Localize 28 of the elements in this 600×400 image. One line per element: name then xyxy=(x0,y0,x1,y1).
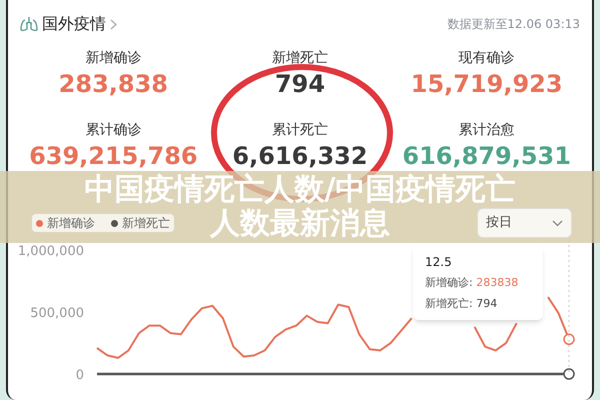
update-time: 数据更新至12.06 03:13 xyxy=(447,16,580,33)
tooltip-date: 12.5 xyxy=(425,254,453,271)
chevron-down-icon xyxy=(552,220,563,226)
stat-value: 15,719,923 xyxy=(410,69,563,100)
stat-value: 616,879,531 xyxy=(402,141,571,172)
stat-label: 新增死亡 xyxy=(272,49,328,68)
stat-value: 283,838 xyxy=(58,69,168,100)
lungs-icon xyxy=(20,16,38,32)
tooltip-row-text: 新增确诊: 283838 xyxy=(425,275,520,291)
stat-label: 累计确诊 xyxy=(85,121,142,140)
banner-title: 人数最新消息 xyxy=(210,207,390,241)
stat-value: 794 xyxy=(274,69,326,100)
legend-label: 新增死亡 xyxy=(122,215,170,232)
chevron-right-icon xyxy=(110,18,117,30)
y-axis-label: 500,000 xyxy=(30,306,84,321)
banner-title: 中国疫情死亡人数/中国疫情死亡 xyxy=(84,173,516,207)
tooltip-row-text: 新增死亡: 794 xyxy=(425,296,498,312)
stat-value: 6,616,332 xyxy=(232,141,368,172)
period-dropdown[interactable]: 按日 xyxy=(477,208,572,238)
y-axis-label: 1,000,000 xyxy=(18,244,84,259)
y-axis-label: 0 xyxy=(76,368,84,383)
section-title[interactable]: 国外疫情 xyxy=(42,12,106,36)
legend-label: 新增确诊 xyxy=(47,215,95,232)
stat-label: 累计治愈 xyxy=(458,121,515,140)
stat-value: 639,215,786 xyxy=(29,141,198,172)
stat-label: 累计死亡 xyxy=(272,121,328,140)
stat-label: 现有确诊 xyxy=(458,49,515,68)
stat-label: 新增确诊 xyxy=(85,49,142,68)
